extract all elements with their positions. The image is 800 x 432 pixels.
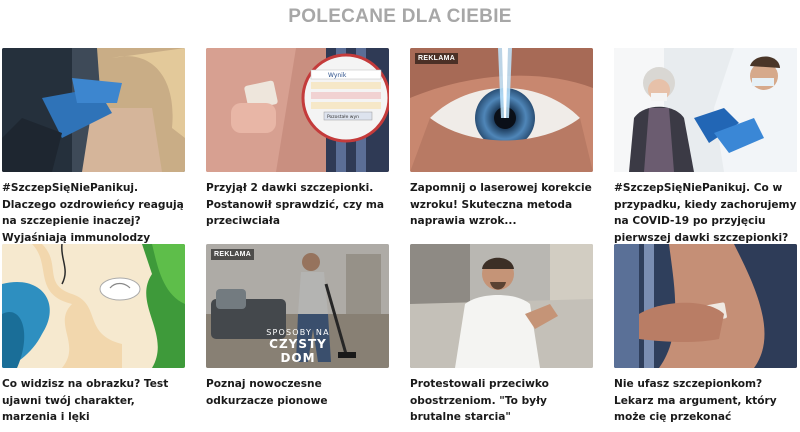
article-thumbnail[interactable] <box>2 244 185 368</box>
article-thumbnail[interactable] <box>614 48 797 172</box>
ad-overlay-line2: CZYSTY DOM <box>269 337 327 365</box>
article-thumbnail[interactable] <box>2 48 185 172</box>
article-title[interactable]: #SzczepSięNiePanikuj. Co w przypadku, ki… <box>614 180 797 246</box>
article-title[interactable]: Co widzisz na obrazku? Test ujawni twój … <box>2 376 185 426</box>
ad-badge: REKLAMA <box>211 249 255 260</box>
laser-eye-photo <box>410 48 593 172</box>
article-title[interactable]: Zapomnij o laserowej korekcie wzroku! Sk… <box>410 180 593 230</box>
vaccination-gloved-hands-photo <box>2 48 185 172</box>
article-title[interactable]: #SzczepSięNiePanikuj. Dlaczego ozdrowień… <box>2 180 185 246</box>
article-thumbnail[interactable]: REKLAMA <box>410 48 593 172</box>
article-thumbnail[interactable] <box>614 244 797 368</box>
section-heading: POLECANE DLA CIEBIE <box>288 6 512 27</box>
other-results-button-label: Pozostałe wyn <box>327 114 359 120</box>
ad-badge: REKLAMA <box>415 53 459 64</box>
article-thumbnail[interactable] <box>410 244 593 368</box>
optical-illusion-illustration <box>2 244 185 368</box>
arm-bandage-photo <box>614 244 797 368</box>
result-label: Wynik <box>328 72 347 79</box>
ad-overlay-text: SPOSOBY NA CZYSTY DOM <box>252 328 344 365</box>
plaster-on-arm-photo: Wynik Pozostałe wyn <box>206 48 389 172</box>
ad-overlay-line1: SPOSOBY NA <box>266 328 330 337</box>
article-thumbnail[interactable]: Wynik Pozostałe wyn <box>206 48 389 172</box>
article-title[interactable]: Poznaj nowoczesne odkurzacze pionowe <box>206 376 389 409</box>
article-title[interactable]: Przyjął 2 dawki szczepionki. Postanowił … <box>206 180 389 230</box>
article-title[interactable]: Protestowali przeciwko obostrzeniom. "To… <box>410 376 593 426</box>
monk-speaking-photo <box>410 244 593 368</box>
article-thumbnail[interactable]: REKLAMA SPOSOBY NA CZYSTY DOM <box>206 244 389 368</box>
elderly-woman-vaccination-photo <box>614 48 797 172</box>
article-title[interactable]: Nie ufasz szczepionkom? Lekarz ma argume… <box>614 376 797 426</box>
